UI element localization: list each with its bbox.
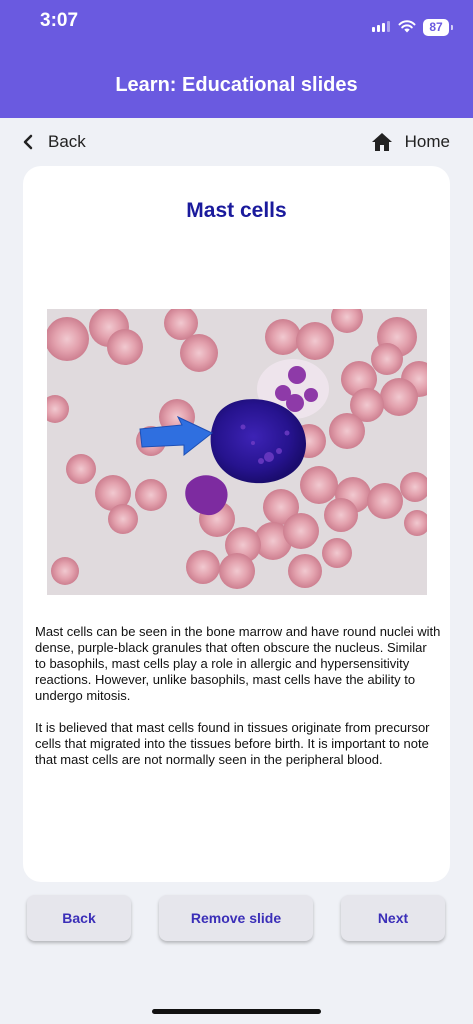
battery-icon: 87: [423, 19, 453, 36]
next-button[interactable]: Next: [341, 895, 445, 941]
chevron-left-icon: [23, 134, 33, 150]
back-link-label: Back: [48, 132, 86, 151]
mast-cell-micrograph: [47, 309, 427, 595]
slide-card: Mast cells Mast cells can be seen in the…: [23, 166, 450, 882]
cellular-signal-icon: [372, 21, 390, 32]
home-link-label: Home: [404, 132, 450, 151]
slide-paragraph: Mast cells can be seen in the bone marro…: [35, 624, 441, 703]
back-link[interactable]: Back: [22, 130, 86, 154]
status-time: 3:07: [40, 10, 79, 31]
home-icon: [371, 133, 392, 151]
status-bar: 3:07 87: [0, 0, 473, 50]
slide-text: Mast cells can be seen in the bone marro…: [35, 624, 441, 784]
remove-slide-button[interactable]: Remove slide: [159, 895, 313, 941]
page-title: Learn: Educational slides: [115, 74, 358, 96]
home-indicator[interactable]: [152, 1009, 321, 1014]
home-link[interactable]: Home: [371, 130, 450, 154]
slide-image: [47, 309, 427, 595]
slide-title: Mast cells: [186, 199, 287, 222]
wifi-icon: [398, 20, 416, 33]
slide-paragraph: It is believed that mast cells found in …: [35, 720, 430, 767]
back-button[interactable]: Back: [27, 895, 131, 941]
app-header: 3:07 87 Learn: Educational slides: [0, 0, 473, 118]
